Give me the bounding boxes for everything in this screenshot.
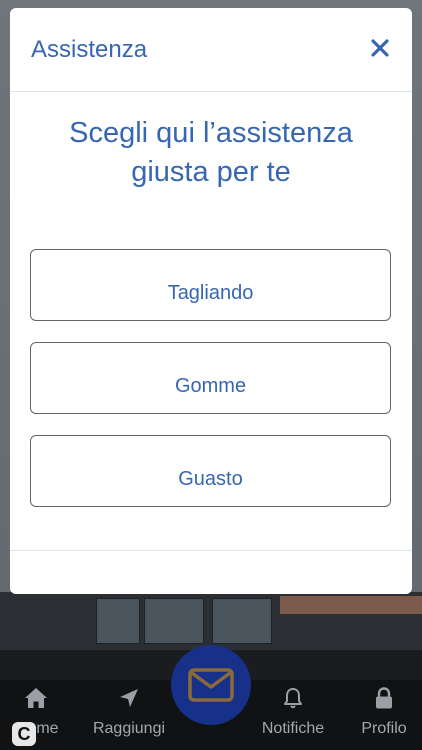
- modal-footer-divider: [10, 550, 412, 551]
- modal-title: Assistenza: [31, 36, 148, 63]
- contact-mail-button[interactable]: [171, 645, 251, 725]
- close-button[interactable]: [366, 34, 394, 62]
- app-badge-icon: C: [12, 722, 36, 746]
- navigation-arrow-icon: [120, 689, 138, 707]
- tab-raggiungi[interactable]: Raggiungi: [86, 684, 172, 738]
- home-icon: [25, 688, 47, 708]
- tab-label: Notifiche: [261, 720, 325, 737]
- lock-icon: [376, 687, 392, 709]
- tab-notifiche[interactable]: Notifiche: [254, 684, 332, 738]
- option-guasto-button[interactable]: Guasto: [30, 435, 391, 507]
- option-label: Gomme: [174, 374, 247, 397]
- modal-header: Assistenza: [10, 8, 412, 92]
- close-icon: [371, 39, 389, 57]
- option-label: Guasto: [178, 467, 243, 490]
- assistance-modal: Assistenza Scegli qui l’assistenza giust…: [10, 8, 412, 594]
- tab-label: Raggiungi: [92, 720, 166, 737]
- option-gomme-button[interactable]: Gomme: [30, 342, 391, 414]
- bell-icon: [284, 688, 302, 709]
- mail-icon: [188, 668, 234, 702]
- option-label: Tagliando: [167, 281, 254, 304]
- tab-profilo[interactable]: Profilo: [354, 684, 414, 738]
- modal-heading: Scegli qui l’assistenza giusta per te: [69, 117, 353, 188]
- tab-label: Profilo: [361, 720, 407, 737]
- option-tagliando-button[interactable]: Tagliando: [30, 249, 391, 321]
